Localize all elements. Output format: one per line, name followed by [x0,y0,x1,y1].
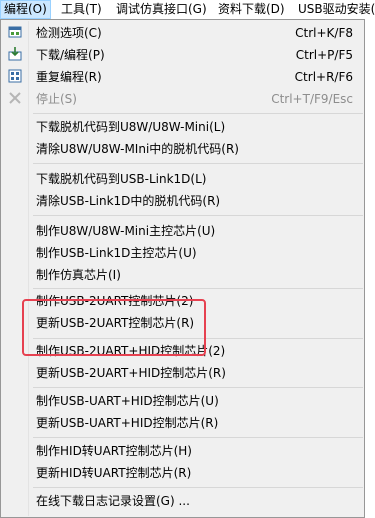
menu-item-label: 制作仿真芯片(I) [36,268,121,282]
detect-icon [8,26,22,38]
menu-item-clear-offline-link1d[interactable]: 清除USB-Link1D中的脱机代码(R) [2,190,363,212]
menu-item-label: 更新USB-2UART+HID控制芯片(R) [36,366,226,380]
menu-item-label: 下载脱机代码到USB-Link1D(L) [36,172,207,186]
menu-item-label: 更新HID转UART控制芯片(R) [36,466,192,480]
menu-item-update-usb-2uart-hid[interactable]: 更新USB-2UART+HID控制芯片(R) [2,362,363,384]
separator [33,113,363,114]
menu-item-clear-offline-u8w[interactable]: 清除U8W/U8W-MIni中的脱机代码(R) [2,138,363,160]
download-program-icon [8,47,22,61]
menu-bar: 编程(O) 工具(T) 调试仿真接口(G) 资料下载(D) USB驱动安装( [0,0,375,19]
menu-item-label: 制作HID转UART控制芯片(H) [36,444,192,458]
menu-item-make-hid-uart[interactable]: 制作HID转UART控制芯片(H) [2,440,363,462]
menu-item-update-usb-uart-hid[interactable]: 更新USB-UART+HID控制芯片(R) [2,412,363,434]
menu-item-stop[interactable]: 停止(S) Ctrl+T/F9/Esc [2,88,363,110]
separator [33,288,363,289]
menu-item-label: 下载脱机代码到U8W/U8W-Mini(L) [36,120,226,134]
menu-item-label: 清除USB-Link1D中的脱机代码(R) [36,194,221,208]
menu-item-make-emulation-chip[interactable]: 制作仿真芯片(I) [2,264,363,286]
menu-item-label: 在线下载日志记录设置(G) ... [36,494,190,508]
menu-item-shortcut: Ctrl+R/F6 [294,70,353,84]
menu-item-label: 重复编程(R) [36,70,102,84]
stop-icon [9,92,21,104]
separator [33,487,363,488]
menu-item-online-log-settings[interactable]: 在线下载日志记录设置(G) ... [2,490,363,512]
background-window [365,19,375,518]
menu-item-download-offline-link1d[interactable]: 下载脱机代码到USB-Link1D(L) [2,168,363,190]
menu-item-shortcut: Ctrl+K/F8 [295,26,353,40]
repeat-program-icon [8,69,22,83]
menu-tools[interactable]: 工具(T) [58,0,105,19]
menu-item-shortcut: Ctrl+T/F9/Esc [271,92,353,106]
separator [33,437,363,438]
menu-item-label: 检测选项(C) [36,26,102,40]
menu-item-label: 制作USB-Link1D主控芯片(U) [36,246,197,260]
menu-downloads[interactable]: 资料下载(D) [215,0,288,19]
menu-item-label: 制作U8W/U8W-Mini主控芯片(U) [36,224,216,238]
menu-item-detect-options[interactable]: 检测选项(C) Ctrl+K/F8 [2,22,363,44]
program-dropdown-menu: 检测选项(C) Ctrl+K/F8 下载/编程(P) Ctrl+P/F5 重复编… [0,19,365,518]
menu-item-make-link1d-master[interactable]: 制作USB-Link1D主控芯片(U) [2,242,363,264]
menu-program[interactable]: 编程(O) [0,0,51,19]
menu-item-label: 制作USB-UART+HID控制芯片(U) [36,394,219,408]
separator [33,387,363,388]
menu-item-make-u8w-master[interactable]: 制作U8W/U8W-Mini主控芯片(U) [2,220,363,242]
menu-usb-driver[interactable]: USB驱动安装( [295,0,375,19]
menu-item-download-offline-u8w[interactable]: 下载脱机代码到U8W/U8W-Mini(L) [2,116,363,138]
separator [33,163,363,164]
menu-item-make-usb-uart-hid[interactable]: 制作USB-UART+HID控制芯片(U) [2,390,363,412]
menu-item-label: 下载/编程(P) [36,48,105,62]
separator [33,215,363,216]
menu-item-shortcut: Ctrl+P/F5 [295,48,353,62]
menu-item-label: 清除U8W/U8W-MIni中的脱机代码(R) [36,142,239,156]
menu-item-update-hid-uart[interactable]: 更新HID转UART控制芯片(R) [2,462,363,484]
menu-item-label: 停止(S) [36,92,77,106]
menu-debug-interface[interactable]: 调试仿真接口(G) [113,0,210,19]
highlight-box [22,299,206,356]
menu-item-label: 更新USB-UART+HID控制芯片(R) [36,416,219,430]
menu-item-download-program[interactable]: 下载/编程(P) Ctrl+P/F5 [2,44,363,66]
menu-item-repeat-program[interactable]: 重复编程(R) Ctrl+R/F6 [2,66,363,88]
